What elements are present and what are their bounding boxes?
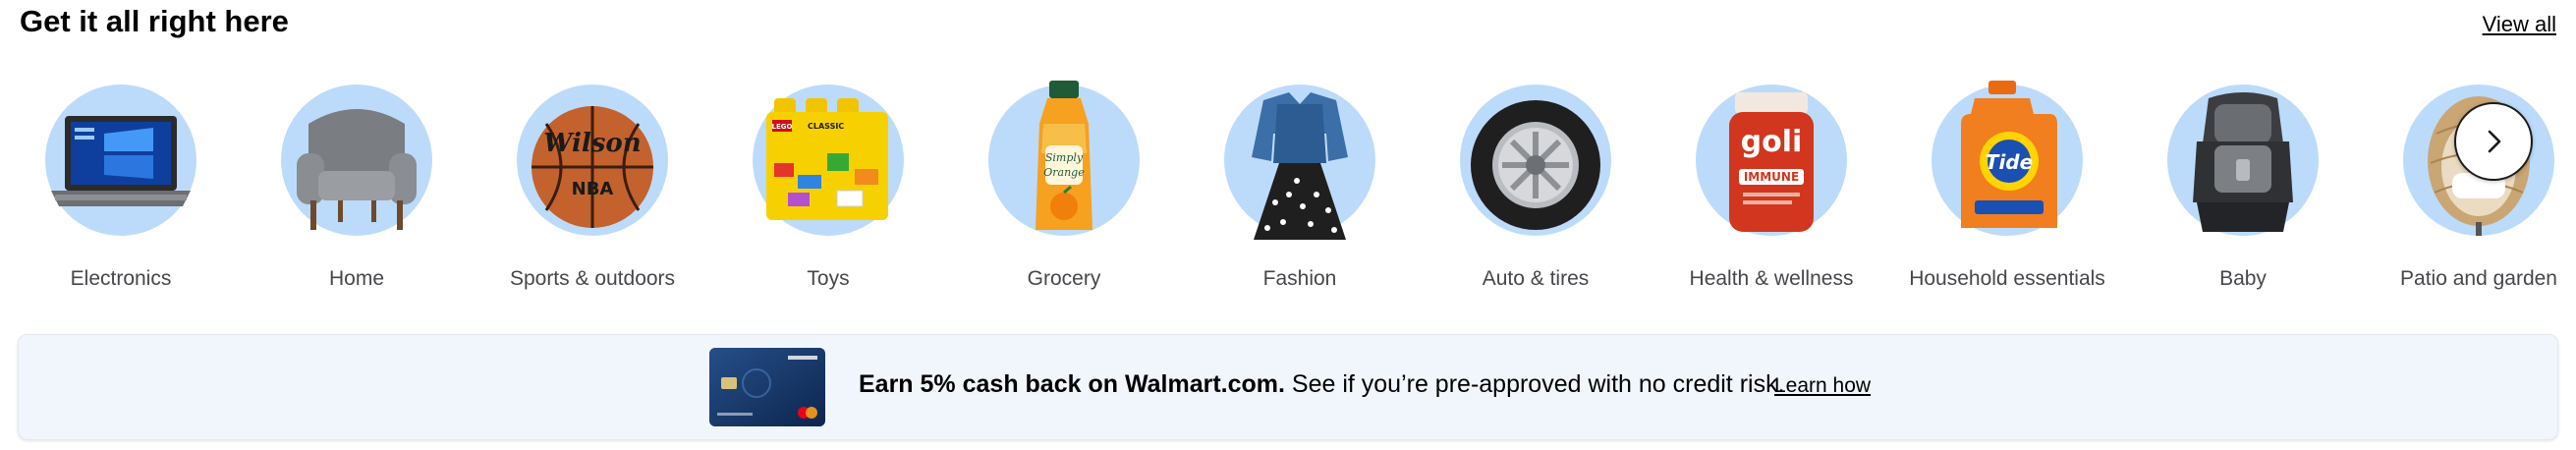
category-label: Health & wellness (1689, 267, 1854, 290)
category-home[interactable]: Home (239, 61, 475, 307)
category-fashion[interactable]: Fashion (1182, 61, 1418, 307)
category-electronics[interactable]: Electronics (3, 61, 239, 307)
lego-logo-text: LEGO (772, 123, 793, 131)
category-patio-garden[interactable]: Patio and garden (2361, 61, 2576, 307)
capital-one-card-icon (709, 348, 825, 426)
detergent-icon: Tide (1961, 81, 2057, 228)
view-all-link[interactable]: View all (2483, 12, 2556, 37)
vitamin-jar-icon: goli IMMUNE (1729, 92, 1814, 232)
category-toys[interactable]: LEGO CLASSIC Toys (710, 61, 946, 307)
category-grocery[interactable]: Simply Orange Grocery (946, 61, 1182, 307)
lego-box-icon: LEGO CLASSIC (766, 98, 888, 220)
orange-logo-text: Orange (1043, 166, 1085, 179)
category-label: Electronics (70, 267, 172, 290)
category-label: Grocery (1027, 267, 1101, 290)
category-label: Fashion (1262, 267, 1337, 290)
nba-logo-text: NBA (572, 179, 614, 199)
category-health-wellness[interactable]: goli IMMUNE Health & wellness (1653, 61, 1889, 307)
basketball-icon: Wilson NBA (532, 106, 653, 228)
simply-logo-text: Simply (1045, 151, 1084, 164)
promo-rest-text: See if you’re pre-approved with no credi… (1284, 370, 1785, 398)
category-label: Household essentials (1909, 267, 2105, 290)
chevron-right-icon (2488, 130, 2501, 153)
category-auto-tires[interactable]: Auto & tires (1418, 61, 1653, 307)
category-carousel: Electronics Home Wilson NBA Sports & out… (0, 61, 2576, 307)
juice-bottle-icon: Simply Orange (1036, 81, 1092, 230)
laptop-icon (51, 116, 191, 206)
goli-logo-text: goli (1741, 125, 1803, 159)
wilson-logo-text: Wilson (543, 129, 641, 158)
category-baby[interactable]: Baby (2125, 61, 2361, 307)
credit-card-promo-banner: Earn 5% cash back on Walmart.com. See if… (18, 334, 2558, 440)
section-title: Get it all right here (20, 4, 289, 38)
promo-text: Earn 5% cash back on Walmart.com. See if… (859, 370, 1785, 399)
lego-classic-text: CLASSIC (808, 122, 844, 131)
category-label: Auto & tires (1482, 267, 1590, 290)
learn-how-link[interactable]: Learn how (1774, 374, 1871, 398)
carousel-next-button[interactable] (2454, 102, 2533, 181)
category-sports-outdoors[interactable]: Wilson NBA Sports & outdoors (475, 61, 710, 307)
immune-label-text: IMMUNE (1744, 170, 1799, 184)
armchair-icon (297, 109, 417, 230)
category-label: Home (328, 267, 385, 290)
category-label: Toys (807, 267, 850, 290)
category-label: Patio and garden (2400, 267, 2557, 290)
dress-jacket-icon (1252, 92, 1348, 240)
tide-logo-text: Tide (1986, 150, 2033, 174)
category-label: Sports & outdoors (509, 267, 676, 290)
tire-icon (1471, 100, 1600, 230)
promo-bold-text: Earn 5% cash back on Walmart.com. (859, 370, 1285, 398)
category-label: Baby (2219, 267, 2267, 290)
car-seat-icon (2193, 92, 2293, 232)
category-household-essentials[interactable]: Tide Household essentials (1889, 61, 2125, 307)
